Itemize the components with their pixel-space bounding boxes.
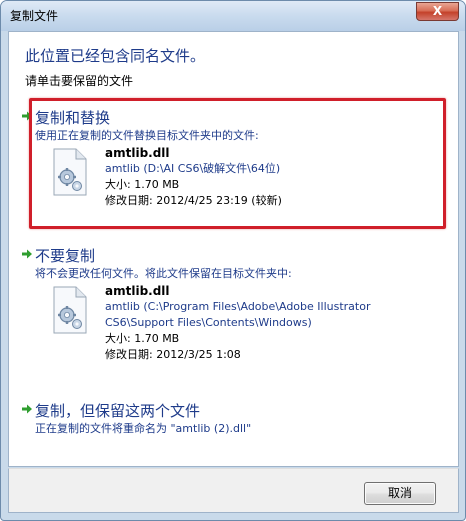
close-button[interactable]: X [416,2,459,21]
file-modified: 修改日期: 2012/3/25 1:08 [105,348,241,361]
conflict-subheading: 请单击要保留的文件 [25,74,134,88]
file-path-continued: CS6\Support Files\Contents\Windows) [105,316,312,329]
option-dont-copy[interactable]: 不要复制 将不会更改任何文件。将此文件保留在目标文件夹中: amtlib.dll… [22,245,443,375]
option-description: 正在复制的文件将重命名为 "amtlib (2).dll" [35,422,252,435]
file-size: 大小: 1.70 MB [105,332,180,345]
option-description: 将不会更改任何文件。将此文件保留在目标文件夹中: [35,267,292,280]
file-path: amtlib (C:\Program Files\Adobe\Adobe Ill… [105,300,371,313]
option-copy-keep-both[interactable]: 复制，但保留这两个文件 正在复制的文件将重命名为 "amtlib (2).dll… [22,400,443,444]
dialog-footer: 取消 [8,468,459,513]
highlight-box [29,98,446,229]
copy-file-dialog: 复制文件 X 此位置已经包含同名文件。 请单击要保留的文件 复制和替换 使用正在… [0,0,466,521]
file-details: amtlib.dll amtlib (C:\Program Files\Adob… [105,283,435,363]
cancel-button[interactable]: 取消 [364,482,436,505]
green-arrow-icon [22,404,32,414]
window-title: 复制文件 [10,9,59,23]
title-bar[interactable]: 复制文件 X [1,1,465,31]
dll-file-gear-icon [53,286,87,334]
option-title: 不要复制 [35,247,96,265]
dialog-content: 此位置已经包含同名文件。 请单击要保留的文件 复制和替换 使用正在复制的文件替换… [8,31,459,467]
file-name: amtlib.dll [105,284,170,298]
conflict-heading: 此位置已经包含同名文件。 [25,47,206,65]
option-title: 复制，但保留这两个文件 [35,402,201,420]
green-arrow-icon [22,249,32,259]
